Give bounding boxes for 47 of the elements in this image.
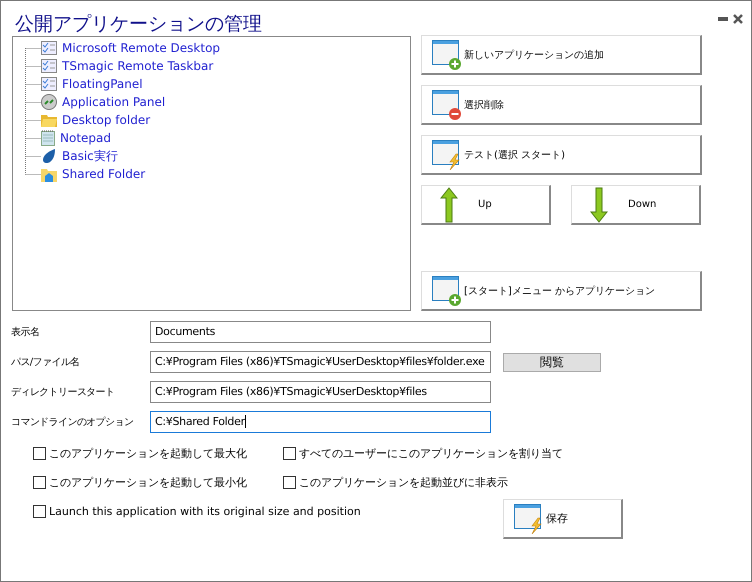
field-label: パス/ファイル名 [10, 356, 81, 369]
tree-item[interactable]: Basic実行 [62, 148, 118, 164]
window-plus-icon [432, 40, 462, 70]
remove-button[interactable]: 選択削除 [421, 85, 702, 125]
test-button[interactable]: テスト(選択 スタート) [421, 135, 702, 175]
tree-item[interactable]: Shared Folder [62, 167, 146, 181]
down-button[interactable]: Down [571, 185, 701, 225]
tree-item[interactable]: Notepad [60, 131, 111, 145]
window-minus-icon [432, 90, 462, 120]
input-field[interactable]: C:¥Shared Folder [150, 411, 491, 433]
tree-item[interactable]: TSmagic Remote Taskbar [62, 59, 214, 73]
folder-icon [41, 113, 57, 127]
field-label: ディレクトリースタート [10, 386, 116, 399]
shared-folder-icon [41, 166, 57, 182]
checklist-icon [41, 41, 57, 55]
start-menu-button[interactable]: [スタート]メニュー からアプリケーション [421, 271, 702, 311]
down-arrow-icon [590, 186, 608, 222]
input-field[interactable]: C:¥Program Files (x86)¥TSmagic¥UserDesktop¥files [150, 381, 491, 403]
input-field[interactable]: Documents [150, 321, 491, 343]
checklist-icon [41, 77, 57, 91]
option-checkbox[interactable]: このアプリケーションを起動して最小化 [33, 474, 283, 490]
add-button[interactable]: 新しいアプリケーションの追加 [421, 35, 702, 75]
save-button[interactable]: 保存 [503, 499, 623, 539]
option-checkbox[interactable]: Launch this application with its original size and position [33, 503, 503, 519]
tree-item[interactable]: Application Panel [62, 95, 166, 109]
up-arrow-icon [440, 186, 458, 222]
window-lightning-icon [514, 504, 544, 534]
option-checkbox[interactable]: すべてのユーザーにこのアプリケーションを割り当て [283, 445, 583, 461]
field-label: コマンドラインのオプション [10, 416, 134, 429]
tree-item[interactable]: Desktop folder [62, 113, 150, 127]
option-checkbox[interactable]: このアプリケーションを起動並びに非表示 [283, 474, 583, 490]
window-lightning-icon [432, 140, 462, 170]
tree-item[interactable]: FloatingPanel [62, 77, 143, 91]
tree-item[interactable]: Microsoft Remote Desktop [62, 41, 220, 55]
option-checkbox[interactable]: このアプリケーションを起動して最大化 [33, 445, 283, 461]
notepad-icon [41, 130, 55, 146]
minimize-icon[interactable] [718, 16, 728, 22]
remote-icon [41, 94, 57, 110]
checklist-icon [41, 59, 57, 73]
field-label: 表示名 [10, 326, 40, 339]
drop-icon [41, 148, 57, 164]
input-field[interactable]: C:¥Program Files (x86)¥TSmagic¥UserDesktop¥files¥folder.exe [150, 351, 491, 373]
browse-button[interactable]: 閲覧 [503, 352, 601, 372]
window-title: 公開アプリケーションの管理 [15, 12, 262, 36]
close-icon[interactable] [733, 14, 743, 24]
up-button[interactable]: Up [421, 185, 551, 225]
window-plus-icon [432, 276, 462, 306]
